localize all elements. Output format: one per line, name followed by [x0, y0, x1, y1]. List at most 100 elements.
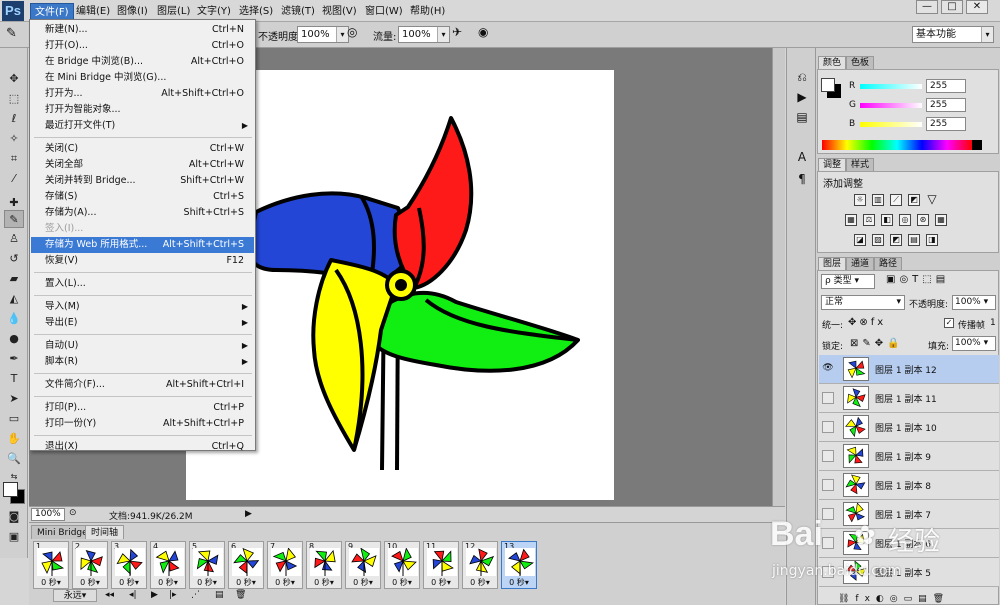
file-menu-item[interactable]: 打开(O)... Ctrl+O	[31, 38, 254, 54]
frame-duration[interactable]: 0 秒▾	[229, 577, 263, 588]
fg-color-chip[interactable]	[821, 78, 835, 92]
frame-duration[interactable]: 0 秒▾	[502, 577, 536, 588]
file-menu-item[interactable]: 在 Bridge 中浏览(B)... Alt+Ctrl+O	[31, 54, 254, 70]
layer-filter-select[interactable]: ρ 类型 ▾	[821, 274, 875, 289]
pressure-size-icon[interactable]: ◉	[478, 25, 488, 39]
black-chip[interactable]	[972, 140, 982, 150]
unify-icons[interactable]: ✥⊗fx	[848, 317, 886, 328]
file-menu-item[interactable]: 最近打开文件(T) ▶	[31, 118, 254, 134]
maximize-button[interactable]: □	[941, 0, 963, 14]
lock-icons[interactable]: ⊠✎✥🔒	[850, 338, 904, 349]
fill-field[interactable]: 100% ▾	[952, 336, 996, 351]
animation-frame[interactable]: 30 秒▾	[111, 541, 147, 589]
quick-select-icon[interactable]: ✧	[4, 130, 24, 148]
tab-swatches[interactable]: 色板	[846, 56, 875, 69]
zoom-level-field[interactable]: 100%	[31, 508, 65, 521]
lasso-tool-icon[interactable]: ℓ	[4, 110, 24, 128]
levels-icon[interactable]: ▥	[872, 194, 884, 206]
file-menu-item[interactable]: 脚本(R) ▶	[31, 354, 254, 370]
animation-frame[interactable]: 20 秒▾	[72, 541, 108, 589]
prev-frame-icon[interactable]: ◂|	[129, 590, 137, 600]
file-menu-item[interactable]: 存储(S) Ctrl+S	[31, 189, 254, 205]
layer-filter-icons[interactable]: ▣◎T⬚▤	[886, 274, 949, 285]
invert-icon[interactable]: ◪	[854, 234, 866, 246]
tab-paths[interactable]: 路径	[874, 257, 903, 270]
paint-bucket-icon[interactable]: ◭	[4, 290, 24, 308]
actions-panel-icon[interactable]: ▶	[792, 88, 812, 106]
file-menu-item[interactable]: 在 Mini Bridge 中浏览(G)...	[31, 70, 254, 86]
green-slider[interactable]	[860, 103, 922, 108]
black-white-icon[interactable]: ◧	[881, 214, 893, 226]
character-panel-icon[interactable]: A	[792, 148, 812, 166]
selective-color-icon[interactable]: ◨	[926, 234, 938, 246]
green-value[interactable]: 255	[926, 98, 966, 112]
animation-frame[interactable]: 10 0 秒▾	[384, 541, 420, 589]
screen-mode-icon[interactable]: ▣	[4, 528, 24, 546]
brightness-icon[interactable]: ☼	[854, 194, 866, 206]
foreground-color-swatch[interactable]	[3, 482, 18, 497]
blue-slider[interactable]	[860, 122, 922, 127]
animation-frame[interactable]: 90 秒▾	[345, 541, 381, 589]
blue-value[interactable]: 255	[926, 117, 966, 131]
channel-mixer-icon[interactable]: ⊛	[917, 214, 929, 226]
flow-field[interactable]: 100% ▾	[398, 26, 450, 43]
next-frame-icon[interactable]: |▸	[169, 590, 177, 600]
opacity-field[interactable]: 100% ▾	[297, 26, 349, 43]
frame-duration[interactable]: 0 秒▾	[385, 577, 419, 588]
duplicate-frame-icon[interactable]: ▤	[215, 590, 224, 600]
paragraph-panel-icon[interactable]: ¶	[792, 170, 812, 188]
marquee-tool-icon[interactable]: ⬚	[4, 90, 24, 108]
frame-duration[interactable]: 0 秒▾	[190, 577, 224, 588]
file-menu-item[interactable]: 自动(U) ▶	[31, 338, 254, 354]
menu-select[interactable]: 选择(S)	[235, 3, 277, 20]
file-menu-item[interactable]: 存储为 Web 所用格式... Alt+Shift+Ctrl+S	[31, 237, 254, 253]
minimize-button[interactable]: —	[916, 0, 938, 14]
animation-frame[interactable]: 80 秒▾	[306, 541, 342, 589]
layer-row[interactable]: 图层 1 副本 9	[819, 442, 999, 471]
red-value[interactable]: 255	[926, 79, 966, 93]
menu-help[interactable]: 帮助(H)	[406, 3, 449, 20]
visibility-eye-icon[interactable]	[822, 450, 834, 462]
frame-duration[interactable]: 0 秒▾	[424, 577, 458, 588]
tab-adjustments[interactable]: 调整	[818, 158, 847, 171]
chevron-down-icon[interactable]: ▾	[437, 27, 449, 42]
propagate-checkbox[interactable]: ✓	[944, 318, 954, 328]
tween-icon[interactable]: ⋰	[191, 590, 200, 600]
airbrush-icon[interactable]: ✈	[452, 25, 462, 39]
file-menu-item[interactable]: 退出(X) Ctrl+Q	[31, 439, 254, 455]
vertical-scrollbar[interactable]	[772, 48, 785, 506]
visibility-eye-icon[interactable]	[822, 421, 834, 433]
menu-edit[interactable]: 编辑(E)	[72, 3, 114, 20]
frame-duration[interactable]: 0 秒▾	[307, 577, 341, 588]
layer-row[interactable]: 图层 1 副本 8	[819, 471, 999, 500]
menu-window[interactable]: 窗口(W)	[361, 3, 407, 20]
hue-saturation-icon[interactable]: ▦	[845, 214, 857, 226]
eyedropper-tool-icon[interactable]: ⁄	[4, 170, 24, 188]
animation-frame[interactable]: 11 0 秒▾	[423, 541, 459, 589]
layer-row[interactable]: 图层 1 副本 10	[819, 413, 999, 442]
animation-frame[interactable]: 70 秒▾	[267, 541, 303, 589]
file-menu-item[interactable]: 打开为... Alt+Shift+Ctrl+O	[31, 86, 254, 102]
file-menu-item[interactable]: 打开为智能对象...	[31, 102, 254, 118]
file-menu-item[interactable]: 关闭并转到 Bridge... Shift+Ctrl+W	[31, 173, 254, 189]
threshold-icon[interactable]: ◩	[890, 234, 902, 246]
visibility-eye-icon[interactable]: 👁	[822, 363, 834, 375]
file-menu-item[interactable]: 恢复(V) F12	[31, 253, 254, 269]
frame-duration[interactable]: 0 秒▾	[34, 577, 68, 588]
file-menu-item[interactable]: 置入(L)...	[31, 276, 254, 292]
visibility-eye-icon[interactable]	[822, 392, 834, 404]
red-slider[interactable]	[860, 84, 922, 89]
menu-image[interactable]: 图像(I)	[113, 3, 152, 20]
menu-file[interactable]: 文件(F)	[30, 3, 74, 20]
file-menu-item[interactable]: 文件简介(F)... Alt+Shift+Ctrl+I	[31, 377, 254, 393]
crop-tool-icon[interactable]: ⌗	[4, 150, 24, 168]
first-frame-icon[interactable]: ◂◂	[105, 590, 114, 600]
brush-tool-icon[interactable]: ✎	[4, 210, 24, 228]
file-menu-item[interactable]: 打印(P)... Ctrl+P	[31, 400, 254, 416]
file-menu-item[interactable]: 导入(M) ▶	[31, 299, 254, 315]
frame-duration[interactable]: 0 秒▾	[73, 577, 107, 588]
pen-tool-icon[interactable]: ✒	[4, 350, 24, 368]
frame-duration[interactable]: 0 秒▾	[268, 577, 302, 588]
brush-tool-icon[interactable]: ✎	[6, 26, 17, 41]
menu-type[interactable]: 文字(Y)	[193, 3, 235, 20]
